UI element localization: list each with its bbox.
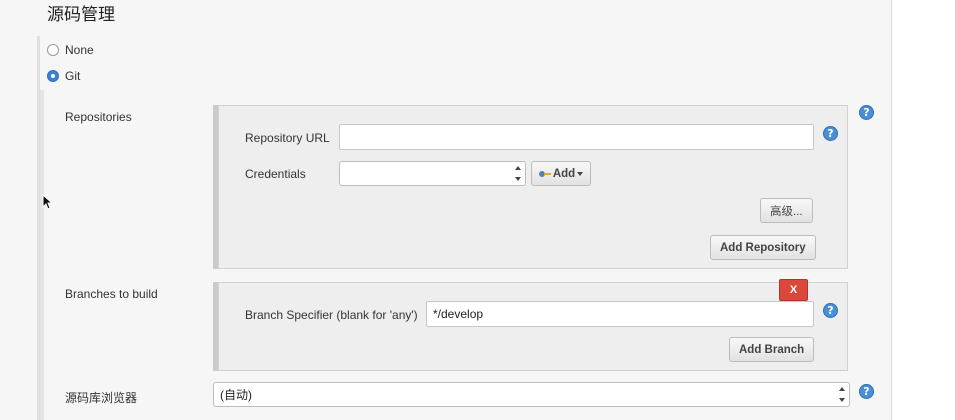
chevron-down-icon — [577, 171, 584, 176]
scm-option-git[interactable]: Git — [47, 69, 80, 83]
git-indent-bar — [40, 90, 44, 420]
radio-none-label[interactable]: None — [65, 43, 94, 57]
help-icon[interactable]: ? — [859, 105, 874, 120]
mouse-pointer-icon — [42, 194, 52, 210]
branch-specifier-input[interactable]: */develop — [426, 301, 814, 327]
credentials-select[interactable] — [339, 161, 526, 186]
radio-git-label[interactable]: Git — [65, 69, 80, 83]
repository-browser-select[interactable]: (自动) — [213, 382, 850, 407]
scm-panel: 源码管理 None Git Repositories Repository UR… — [0, 0, 892, 420]
add-repository-button[interactable]: Add Repository — [710, 235, 816, 260]
add-credentials-button[interactable]: Add — [531, 161, 591, 186]
branches-label: Branches to build — [65, 287, 158, 301]
repository-browser-value: (自动) — [220, 388, 252, 402]
help-icon[interactable]: ? — [859, 384, 874, 399]
delete-branch-button[interactable]: X — [779, 279, 808, 301]
radio-git[interactable] — [47, 70, 59, 82]
advanced-button[interactable]: 高级... — [760, 198, 813, 223]
repository-browser-label: 源码库浏览器 — [65, 391, 138, 405]
select-arrows-icon — [514, 166, 521, 181]
scm-option-none[interactable]: None — [47, 43, 94, 57]
repository-url-input[interactable] — [339, 124, 814, 150]
section-title: 源码管理 — [47, 5, 115, 25]
help-icon[interactable]: ? — [823, 303, 838, 318]
branch-specifier-label: Branch Specifier (blank for 'any') — [245, 308, 418, 322]
repositories-label: Repositories — [65, 110, 132, 124]
help-icon[interactable]: ? — [823, 126, 838, 141]
radio-none[interactable] — [47, 44, 59, 56]
repository-url-label: Repository URL — [245, 131, 330, 145]
add-branch-button[interactable]: Add Branch — [729, 337, 815, 362]
add-credentials-label: Add — [552, 167, 576, 180]
key-icon — [538, 170, 551, 178]
select-arrows-icon — [838, 387, 845, 402]
credentials-label: Credentials — [245, 167, 306, 181]
